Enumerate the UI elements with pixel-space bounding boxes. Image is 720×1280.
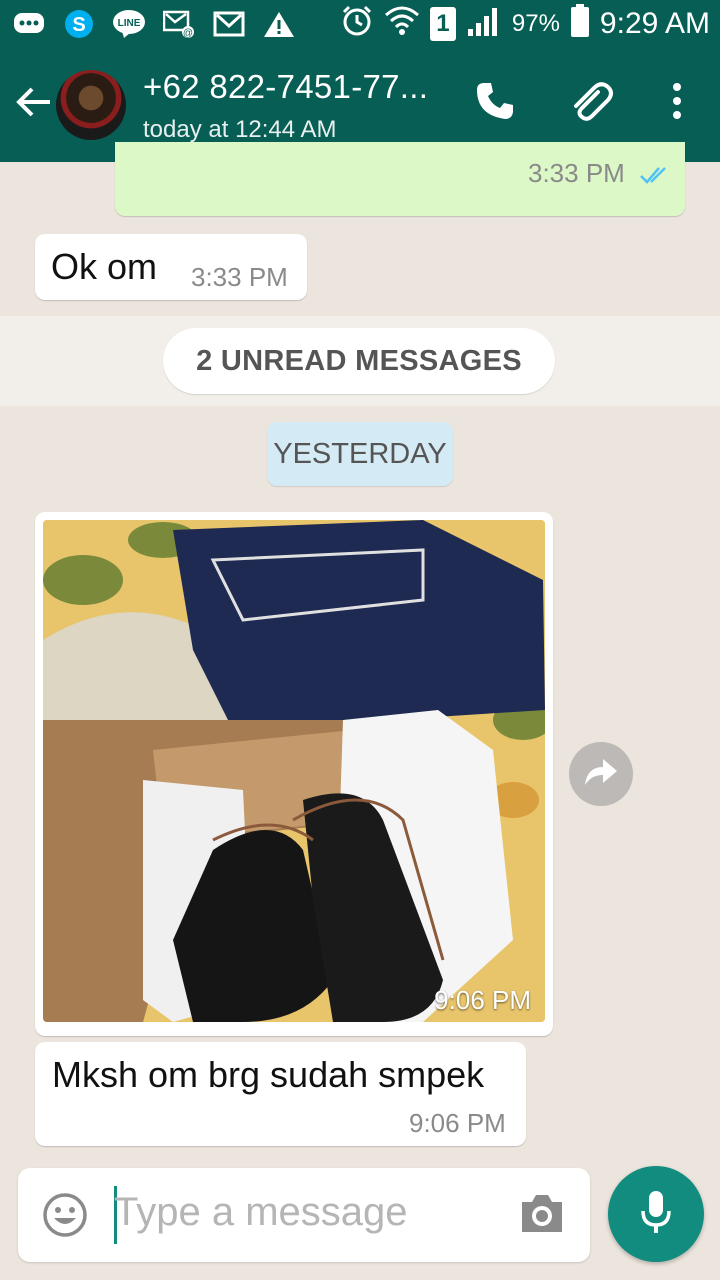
chat-icon: [12, 9, 46, 39]
back-arrow-icon[interactable]: [14, 82, 54, 122]
status-bar: S LINE @ 1 97% 9:29 AM: [0, 0, 720, 48]
avatar[interactable]: [56, 70, 126, 140]
notification-icons: S LINE @: [12, 6, 296, 42]
message-input[interactable]: Type a message: [114, 1190, 408, 1235]
battery-icon: [570, 3, 590, 45]
outgoing-message[interactable]: 3:33 PM: [115, 142, 685, 216]
double-check-icon: [639, 164, 671, 191]
message-time: 3:33 PM: [191, 262, 288, 292]
incoming-message[interactable]: Mksh om brg sudah smpek 9:06 PM: [35, 1042, 526, 1146]
svg-text:LINE: LINE: [118, 18, 141, 29]
emoji-icon[interactable]: [42, 1192, 88, 1238]
compose-bar: Type a message: [18, 1168, 590, 1262]
svg-text:@: @: [183, 28, 193, 39]
message-time: 9:06 PM: [409, 1108, 506, 1138]
contact-name[interactable]: +62 822-7451-77...: [143, 68, 428, 106]
message-time: 3:33 PM: [528, 158, 625, 188]
sim-icon: 1: [429, 7, 456, 41]
missed-call-icon: @: [162, 9, 196, 39]
forward-button[interactable]: [569, 742, 633, 806]
alarm-icon: [340, 4, 374, 45]
more-vert-icon: [671, 81, 683, 126]
svg-text:S: S: [72, 14, 85, 36]
line-icon: LINE: [112, 9, 146, 39]
unread-count-pill: 2 UNREAD MESSAGES: [163, 328, 555, 394]
forward-icon: [583, 757, 619, 792]
message-text: Mksh om brg sudah smpek: [52, 1054, 485, 1095]
microphone-icon: [639, 1189, 673, 1240]
camera-icon[interactable]: [518, 1192, 566, 1236]
wifi-icon: [384, 5, 420, 44]
message-text: Ok om: [51, 246, 158, 287]
clock: 9:29 AM: [599, 7, 710, 40]
signal-icon: [466, 5, 502, 44]
warning-icon: [262, 9, 296, 39]
battery-percent: 97%: [511, 10, 560, 37]
skype-icon: S: [62, 9, 96, 39]
attach-button[interactable]: [566, 78, 616, 128]
system-status: 1 97% 9:29 AM: [340, 3, 710, 45]
paperclip-icon: [568, 78, 614, 129]
incoming-message[interactable]: Ok om 3:33 PM: [35, 234, 307, 300]
image-time: 9:06 PM: [434, 985, 531, 1015]
last-seen: today at 12:44 AM: [143, 116, 337, 143]
voice-record-button[interactable]: [608, 1166, 704, 1262]
message-list[interactable]: 3:33 PM Ok om 3:33 PM 2 UNREAD MESSAGES …: [0, 142, 720, 1162]
gmail-icon: [212, 9, 246, 39]
more-options-button[interactable]: [652, 78, 702, 128]
call-button[interactable]: [470, 78, 520, 128]
image-thumbnail[interactable]: 9:06 PM: [43, 520, 545, 1022]
date-separator: YESTERDAY: [267, 422, 453, 486]
phone-icon: [474, 80, 516, 127]
